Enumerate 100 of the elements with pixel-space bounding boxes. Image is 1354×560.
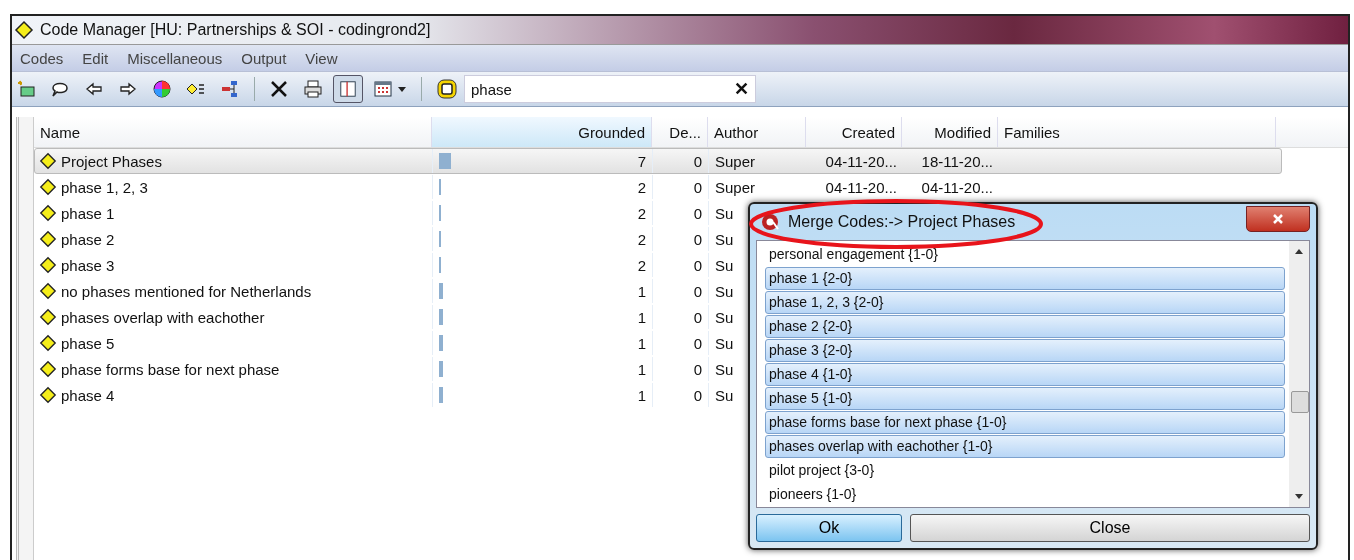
calendar-icon[interactable] — [373, 79, 393, 99]
table-cell: 1 — [637, 282, 646, 300]
close-dialog-button[interactable]: Close — [910, 514, 1310, 542]
list-item[interactable]: phase forms base for next phase {1-0} — [765, 411, 1285, 434]
ok-button[interactable]: Ok — [756, 514, 902, 542]
table-cell: 04-11-20... — [825, 178, 897, 196]
color-wheel-icon[interactable] — [152, 79, 172, 99]
list-item[interactable]: personal engagement {1-0} — [765, 243, 1285, 266]
menu-item[interactable]: View — [305, 49, 338, 67]
list-item[interactable]: pioneers {1-0} — [765, 483, 1285, 506]
list-item[interactable]: phase 5 {1-0} — [765, 387, 1285, 410]
code-icon — [39, 204, 57, 222]
search-field[interactable]: phase ✕ — [464, 75, 756, 103]
menu-item[interactable]: Codes — [20, 49, 64, 67]
table-cell: phase 4 — [61, 386, 115, 404]
table-cell: Su — [715, 308, 734, 326]
table-cell: 0 — [693, 178, 702, 196]
table-cell: 18-11-20... — [921, 152, 993, 170]
filter-icon[interactable] — [436, 78, 458, 100]
table-cell: 1 — [637, 360, 646, 378]
table-cell: 1 — [637, 308, 646, 326]
scroll-up-icon[interactable] — [1294, 247, 1304, 257]
scroll-down-icon[interactable] — [1294, 491, 1304, 501]
app-logo-icon — [760, 212, 780, 232]
list-item[interactable]: phases overlap with eachother {1-0} — [765, 435, 1285, 458]
code-icon — [39, 230, 57, 248]
table-cell: 0 — [693, 230, 702, 248]
column-header[interactable]: De... — [652, 117, 708, 147]
menu-item[interactable]: Output — [241, 49, 287, 67]
scroll-thumb[interactable] — [1291, 391, 1309, 413]
table-cell: phase forms base for next phase — [61, 360, 280, 378]
close-icon — [1272, 213, 1284, 225]
table-cell: Project Phases — [61, 152, 162, 170]
table-cell: 0 — [693, 152, 702, 170]
column-header[interactable]: Author — [708, 117, 806, 147]
table-cell: 2 — [637, 256, 646, 274]
table-cell: 1 — [637, 334, 646, 352]
clear-button[interactable]: ✕ — [734, 78, 749, 100]
table-cell: Super — [715, 178, 756, 196]
table-cell: phase 5 — [61, 334, 115, 352]
column-header[interactable]: Modified — [902, 117, 998, 147]
code-icon — [39, 334, 57, 352]
table-cell: phase 1 — [61, 204, 115, 222]
table-cell: 0 — [693, 386, 702, 404]
table-cell: 2 — [637, 178, 646, 196]
code-icon — [39, 308, 57, 326]
table-cell: phase 1, 2, 3 — [61, 178, 148, 196]
close-button[interactable] — [1246, 206, 1310, 232]
column-header[interactable]: Families — [998, 117, 1276, 147]
table-cell: 2 — [637, 230, 646, 248]
table-cell: 7 — [637, 152, 646, 170]
column-header[interactable]: Grounded — [432, 117, 652, 147]
code-icon — [39, 256, 57, 274]
list-item[interactable]: phase 1, 2, 3 {2-0} — [765, 291, 1285, 314]
table-cell: 0 — [693, 308, 702, 326]
list-item[interactable]: phase 1 {2-0} — [765, 267, 1285, 290]
table-cell: no phases mentioned for Netherlands — [61, 282, 312, 300]
table-cell: 0 — [693, 282, 702, 300]
table-cell: Su — [715, 334, 734, 352]
table-cell: Su — [715, 230, 734, 248]
table-cell: 1 — [637, 386, 646, 404]
table-cell: Su — [715, 386, 734, 404]
column-header[interactable]: Created — [806, 117, 902, 147]
table-cell: 04-11-20... — [825, 152, 897, 170]
code-icon — [39, 282, 57, 300]
table-cell: 0 — [693, 360, 702, 378]
table-cell: phases overlap with eachother — [61, 308, 265, 326]
menu-item[interactable]: Miscellaneous — [127, 49, 223, 67]
delete-icon[interactable] — [269, 79, 289, 99]
table-cell: phase 3 — [61, 256, 115, 274]
code-icon — [39, 360, 57, 378]
table-cell: Super — [715, 152, 756, 170]
print-icon[interactable] — [303, 79, 323, 99]
table-cell: 2 — [637, 204, 646, 222]
split-view-icon — [339, 80, 357, 98]
table-cell: phase 2 — [61, 230, 115, 248]
table-cell: Su — [715, 256, 734, 274]
list-item[interactable]: pilot project {3-0} — [765, 459, 1285, 482]
window-title: Code Manager [HU: Partnerships & SOI - codingrond2] — [40, 21, 431, 39]
table-cell: 04-11-20... — [921, 178, 993, 196]
table-cell: 0 — [693, 334, 702, 352]
code-icon — [39, 386, 57, 404]
list-item[interactable]: phase 3 {2-0} — [765, 339, 1285, 362]
scrollbar[interactable] — [1289, 241, 1309, 507]
tree-icon[interactable] — [220, 79, 240, 99]
list-item[interactable]: phase 2 {2-0} — [765, 315, 1285, 338]
table-cell: 0 — [693, 256, 702, 274]
table-cell: 0 — [693, 204, 702, 222]
menu-item[interactable]: Edit — [82, 49, 109, 67]
code-icon — [39, 178, 57, 196]
list-item[interactable]: phase 4 {1-0} — [765, 363, 1285, 386]
split-view-button[interactable] — [333, 75, 363, 103]
table-cell: Su — [715, 204, 734, 222]
dialog-title: Merge Codes:-> Project Phases — [788, 213, 1017, 231]
table-cell: Su — [715, 282, 734, 300]
new-code-icon[interactable] — [16, 79, 36, 99]
table-cell: Su — [715, 360, 734, 378]
code-icon — [14, 20, 34, 40]
caret-icon[interactable] — [397, 84, 407, 94]
code-icon — [39, 152, 57, 170]
